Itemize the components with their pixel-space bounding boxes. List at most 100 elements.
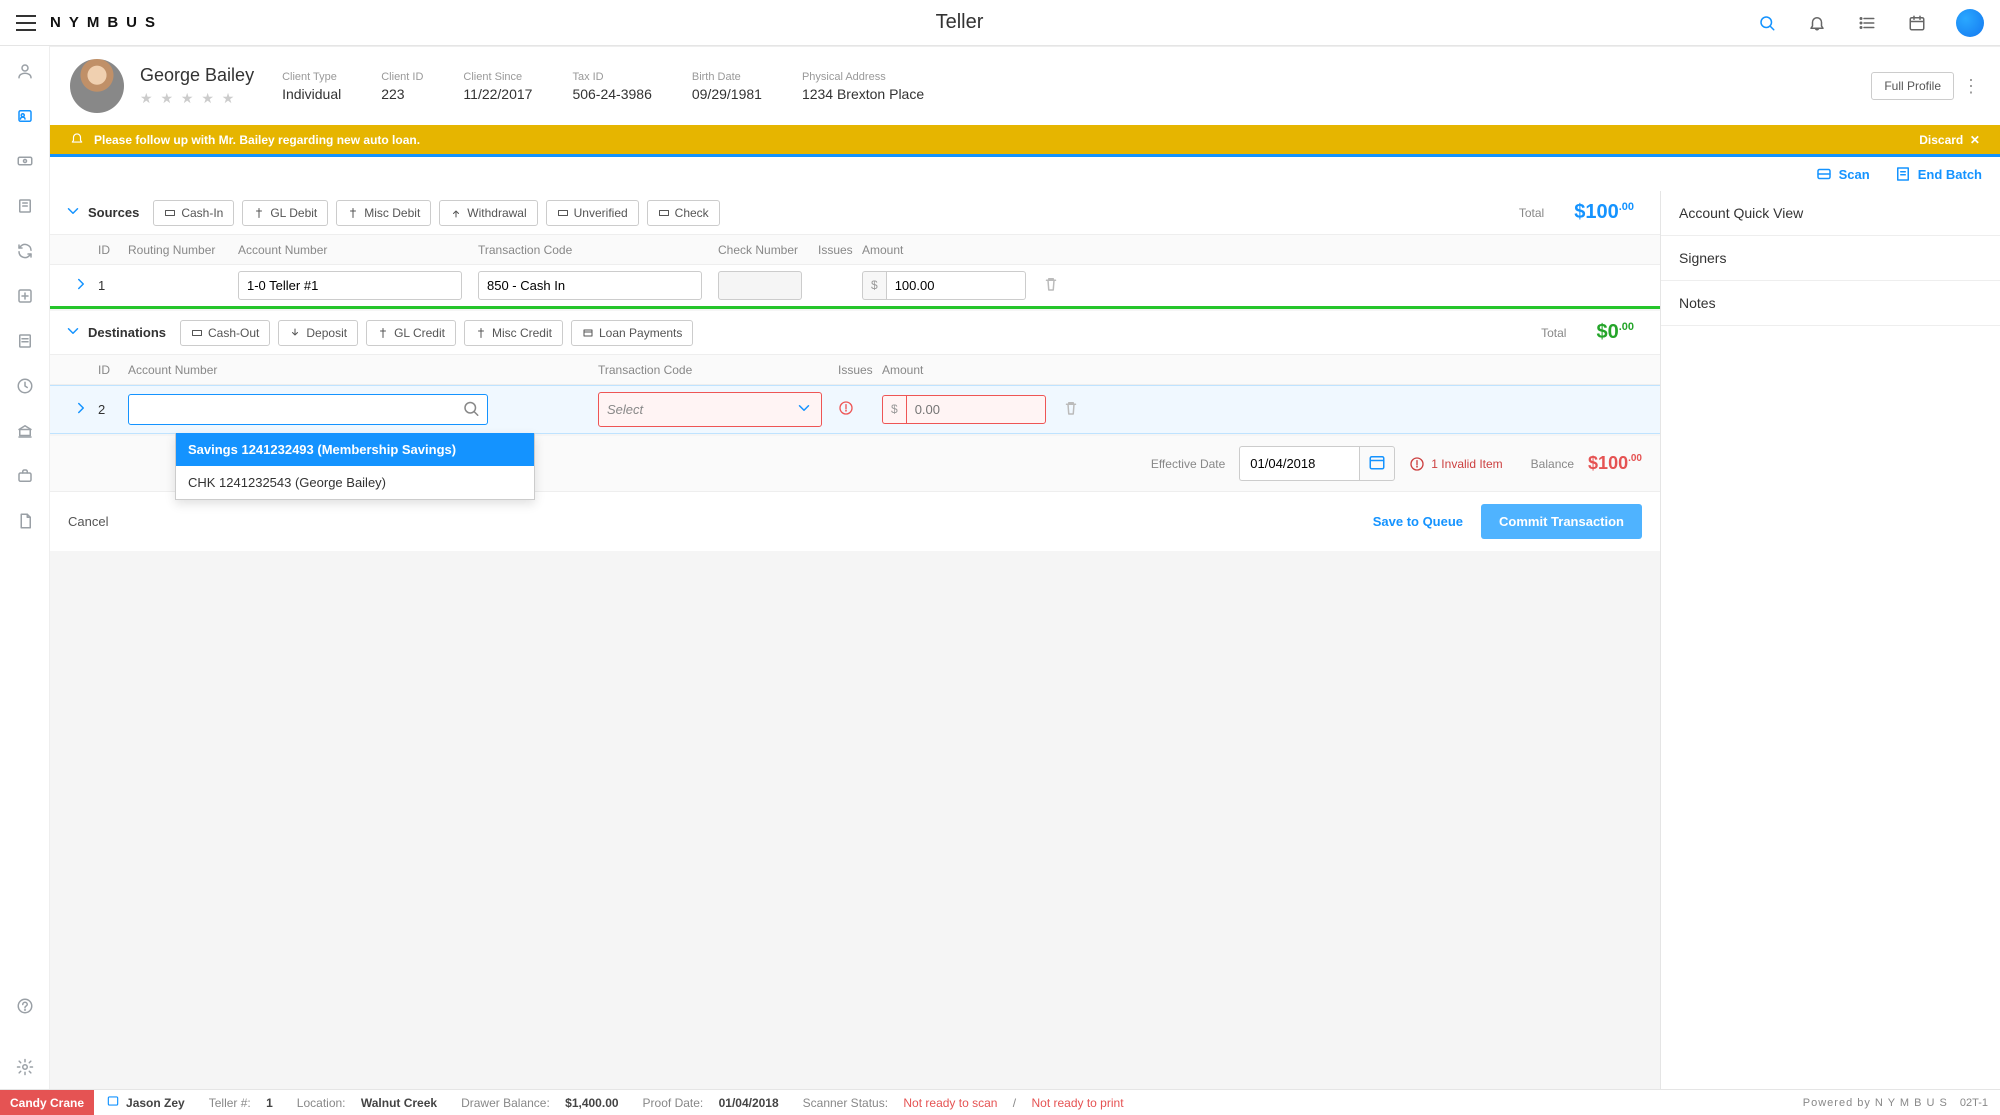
pill-unverified[interactable]: Unverified: [546, 200, 639, 226]
pill-check[interactable]: Check: [647, 200, 720, 226]
kebab-icon[interactable]: ⋮: [1962, 77, 1980, 95]
powered-by: Powered by N Y M B U S: [1803, 1097, 1948, 1109]
action-row: Cancel Save to Queue Commit Transaction: [50, 492, 1660, 551]
rail-plus-icon[interactable]: [16, 287, 34, 308]
dest-amount-input[interactable]: [906, 395, 1046, 424]
scan-row: Scan End Batch: [50, 154, 2000, 191]
pill-misc-debit[interactable]: Misc Debit: [336, 200, 431, 226]
meta-value-birth: 09/29/1981: [692, 86, 762, 102]
panel-notes[interactable]: Notes: [1661, 281, 2000, 326]
meta-value-type: Individual: [282, 86, 341, 102]
alert-text: Please follow up with Mr. Bailey regardi…: [94, 133, 420, 147]
rail-person-icon[interactable]: [16, 62, 34, 83]
meta-label-addr: Physical Address: [802, 71, 924, 83]
row-expand-icon[interactable]: [72, 281, 90, 296]
trash-icon[interactable]: [1062, 405, 1080, 420]
top-header: NYMBUS Teller: [0, 0, 2000, 46]
status-bar: Candy Crane Jason Zey Teller #: 1 Locati…: [0, 1089, 2000, 1115]
balance-label: Balance: [1531, 457, 1574, 471]
chevron-down-icon: [795, 399, 813, 420]
side-panel: Account Quick View Signers Notes: [1660, 191, 2000, 1089]
dest-collapse-icon[interactable]: [64, 322, 84, 343]
meta-value-tax: 506-24-3986: [572, 86, 651, 102]
rail-clock-icon[interactable]: [16, 377, 34, 398]
rail-bank-icon[interactable]: [16, 422, 34, 443]
dollar-icon: $: [862, 271, 886, 300]
th-tcode: Transaction Code: [470, 243, 710, 257]
eff-date-input[interactable]: [1239, 446, 1359, 481]
hamburger-icon[interactable]: [16, 15, 36, 31]
pill-withdrawal[interactable]: Withdrawal: [439, 200, 537, 226]
user-avatar[interactable]: [1956, 9, 1984, 37]
pill-deposit[interactable]: Deposit: [278, 320, 358, 346]
trash-icon[interactable]: [1042, 281, 1060, 296]
rail-help-icon[interactable]: [16, 997, 34, 1034]
calendar-icon[interactable]: [1359, 446, 1395, 481]
meta-label-type: Client Type: [282, 71, 341, 83]
rail-book-icon[interactable]: [16, 197, 34, 218]
rail-id-icon[interactable]: [16, 107, 34, 128]
th-issues: Issues: [810, 243, 854, 257]
dest-tcode-select[interactable]: Select: [598, 392, 822, 427]
search-icon[interactable]: [1756, 12, 1778, 34]
src-id: 1: [90, 278, 120, 293]
meta-label-tax: Tax ID: [572, 71, 651, 83]
discard-button[interactable]: Discard ✕: [1919, 133, 1980, 147]
row-expand-icon[interactable]: [72, 405, 90, 420]
sources-thead: ID Routing Number Account Number Transac…: [50, 235, 1660, 265]
client-name: George Bailey: [140, 65, 254, 86]
calendar-icon[interactable]: [1906, 12, 1928, 34]
bell-icon[interactable]: [1806, 12, 1828, 34]
sources-title: Sources: [88, 205, 139, 220]
dropdown-option-chk[interactable]: CHK 1241232543 (George Bailey): [176, 466, 534, 499]
th-account: Account Number: [230, 243, 470, 257]
scanner-status: Scanner Status: Not ready to scan / Not …: [791, 1096, 1136, 1110]
list-icon[interactable]: [1856, 12, 1878, 34]
invalid-badge: 1 Invalid Item: [1409, 456, 1502, 472]
end-batch-button[interactable]: End Batch: [1894, 165, 1982, 183]
dest-total: $0.00: [1596, 321, 1634, 344]
rail-cash-icon[interactable]: [16, 152, 34, 173]
rail-gear-icon[interactable]: [16, 1058, 34, 1089]
src-check-input: [718, 271, 802, 300]
panel-quick-view[interactable]: Account Quick View: [1661, 191, 2000, 236]
rating-stars[interactable]: ★ ★ ★ ★ ★: [140, 90, 254, 107]
scan-button[interactable]: Scan: [1815, 165, 1870, 183]
sources-collapse-icon[interactable]: [64, 202, 84, 223]
pill-misc-credit[interactable]: Misc Credit: [464, 320, 563, 346]
pill-gl-debit[interactable]: GL Debit: [242, 200, 328, 226]
pill-cash-in[interactable]: Cash-In: [153, 200, 234, 226]
dest-account-search-input[interactable]: [128, 394, 488, 425]
alert-bell-icon: [70, 131, 84, 148]
sources-total-label: Total: [1519, 206, 1544, 220]
account-dropdown: Savings 1241232493 (Membership Savings) …: [175, 433, 535, 500]
full-profile-button[interactable]: Full Profile: [1871, 72, 1954, 100]
meta-label-since: Client Since: [463, 71, 532, 83]
th-check: Check Number: [710, 243, 810, 257]
src-tcode-input[interactable]: [478, 271, 702, 300]
cancel-button[interactable]: Cancel: [68, 514, 108, 529]
meta-value-id: 223: [381, 86, 423, 102]
commit-transaction-button[interactable]: Commit Transaction: [1481, 504, 1642, 539]
eff-date-label: Effective Date: [1151, 457, 1225, 471]
th-amount-d: Amount: [874, 363, 1054, 377]
page-title: Teller: [163, 11, 1756, 34]
status-chip[interactable]: Candy Crane: [0, 1090, 94, 1115]
alert-icon: [838, 404, 854, 419]
save-to-queue-button[interactable]: Save to Queue: [1373, 514, 1463, 529]
rail-sync-icon[interactable]: [16, 242, 34, 263]
th-id-d: ID: [90, 363, 120, 377]
dropdown-option-savings[interactable]: Savings 1241232493 (Membership Savings): [176, 433, 534, 466]
meta-label-birth: Birth Date: [692, 71, 762, 83]
balance-amount: $100.00: [1588, 453, 1642, 474]
rail-briefcase-icon[interactable]: [16, 467, 34, 488]
panel-signers[interactable]: Signers: [1661, 236, 2000, 281]
src-account-input[interactable]: [238, 271, 462, 300]
rail-note-icon[interactable]: [16, 332, 34, 353]
pill-cash-out[interactable]: Cash-Out: [180, 320, 270, 346]
pill-loan-payments[interactable]: Loan Payments: [571, 320, 693, 346]
rail-file-icon[interactable]: [16, 512, 34, 533]
edge-id: 02T-1: [1948, 1097, 2000, 1109]
pill-gl-credit[interactable]: GL Credit: [366, 320, 456, 346]
src-amount-input[interactable]: [886, 271, 1026, 300]
